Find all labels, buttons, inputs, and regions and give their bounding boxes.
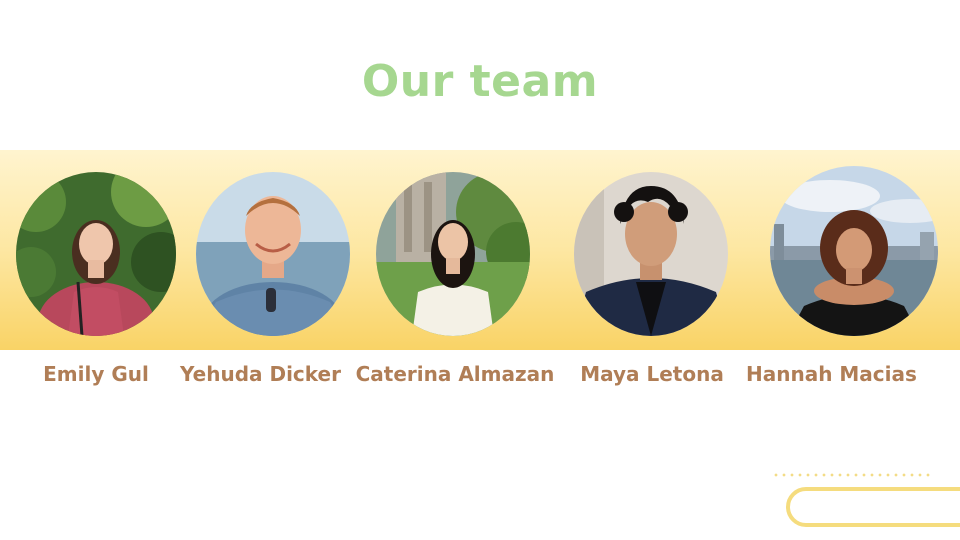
team-member-photo-5 (770, 166, 938, 336)
team-member-name-5: Hannah Macias (746, 362, 917, 386)
decorative-dots (772, 472, 932, 478)
team-member-photo-1 (16, 172, 176, 336)
slide-title: Our team (361, 56, 599, 107)
team-member-name-3: Caterina Almazan (355, 362, 555, 386)
team-member-photo-2 (196, 172, 350, 336)
team-slide: Our team Emily Gul Yehuda Dicker Caterin… (0, 0, 960, 540)
team-member-name-1: Emily Gul (43, 362, 149, 386)
team-member-name-2: Yehuda Dicker (180, 362, 341, 386)
team-member-photo-3 (376, 172, 530, 336)
team-member-name-4: Maya Letona (580, 362, 724, 386)
decorative-pill-outline (786, 487, 960, 527)
team-member-photo-4 (574, 172, 728, 336)
